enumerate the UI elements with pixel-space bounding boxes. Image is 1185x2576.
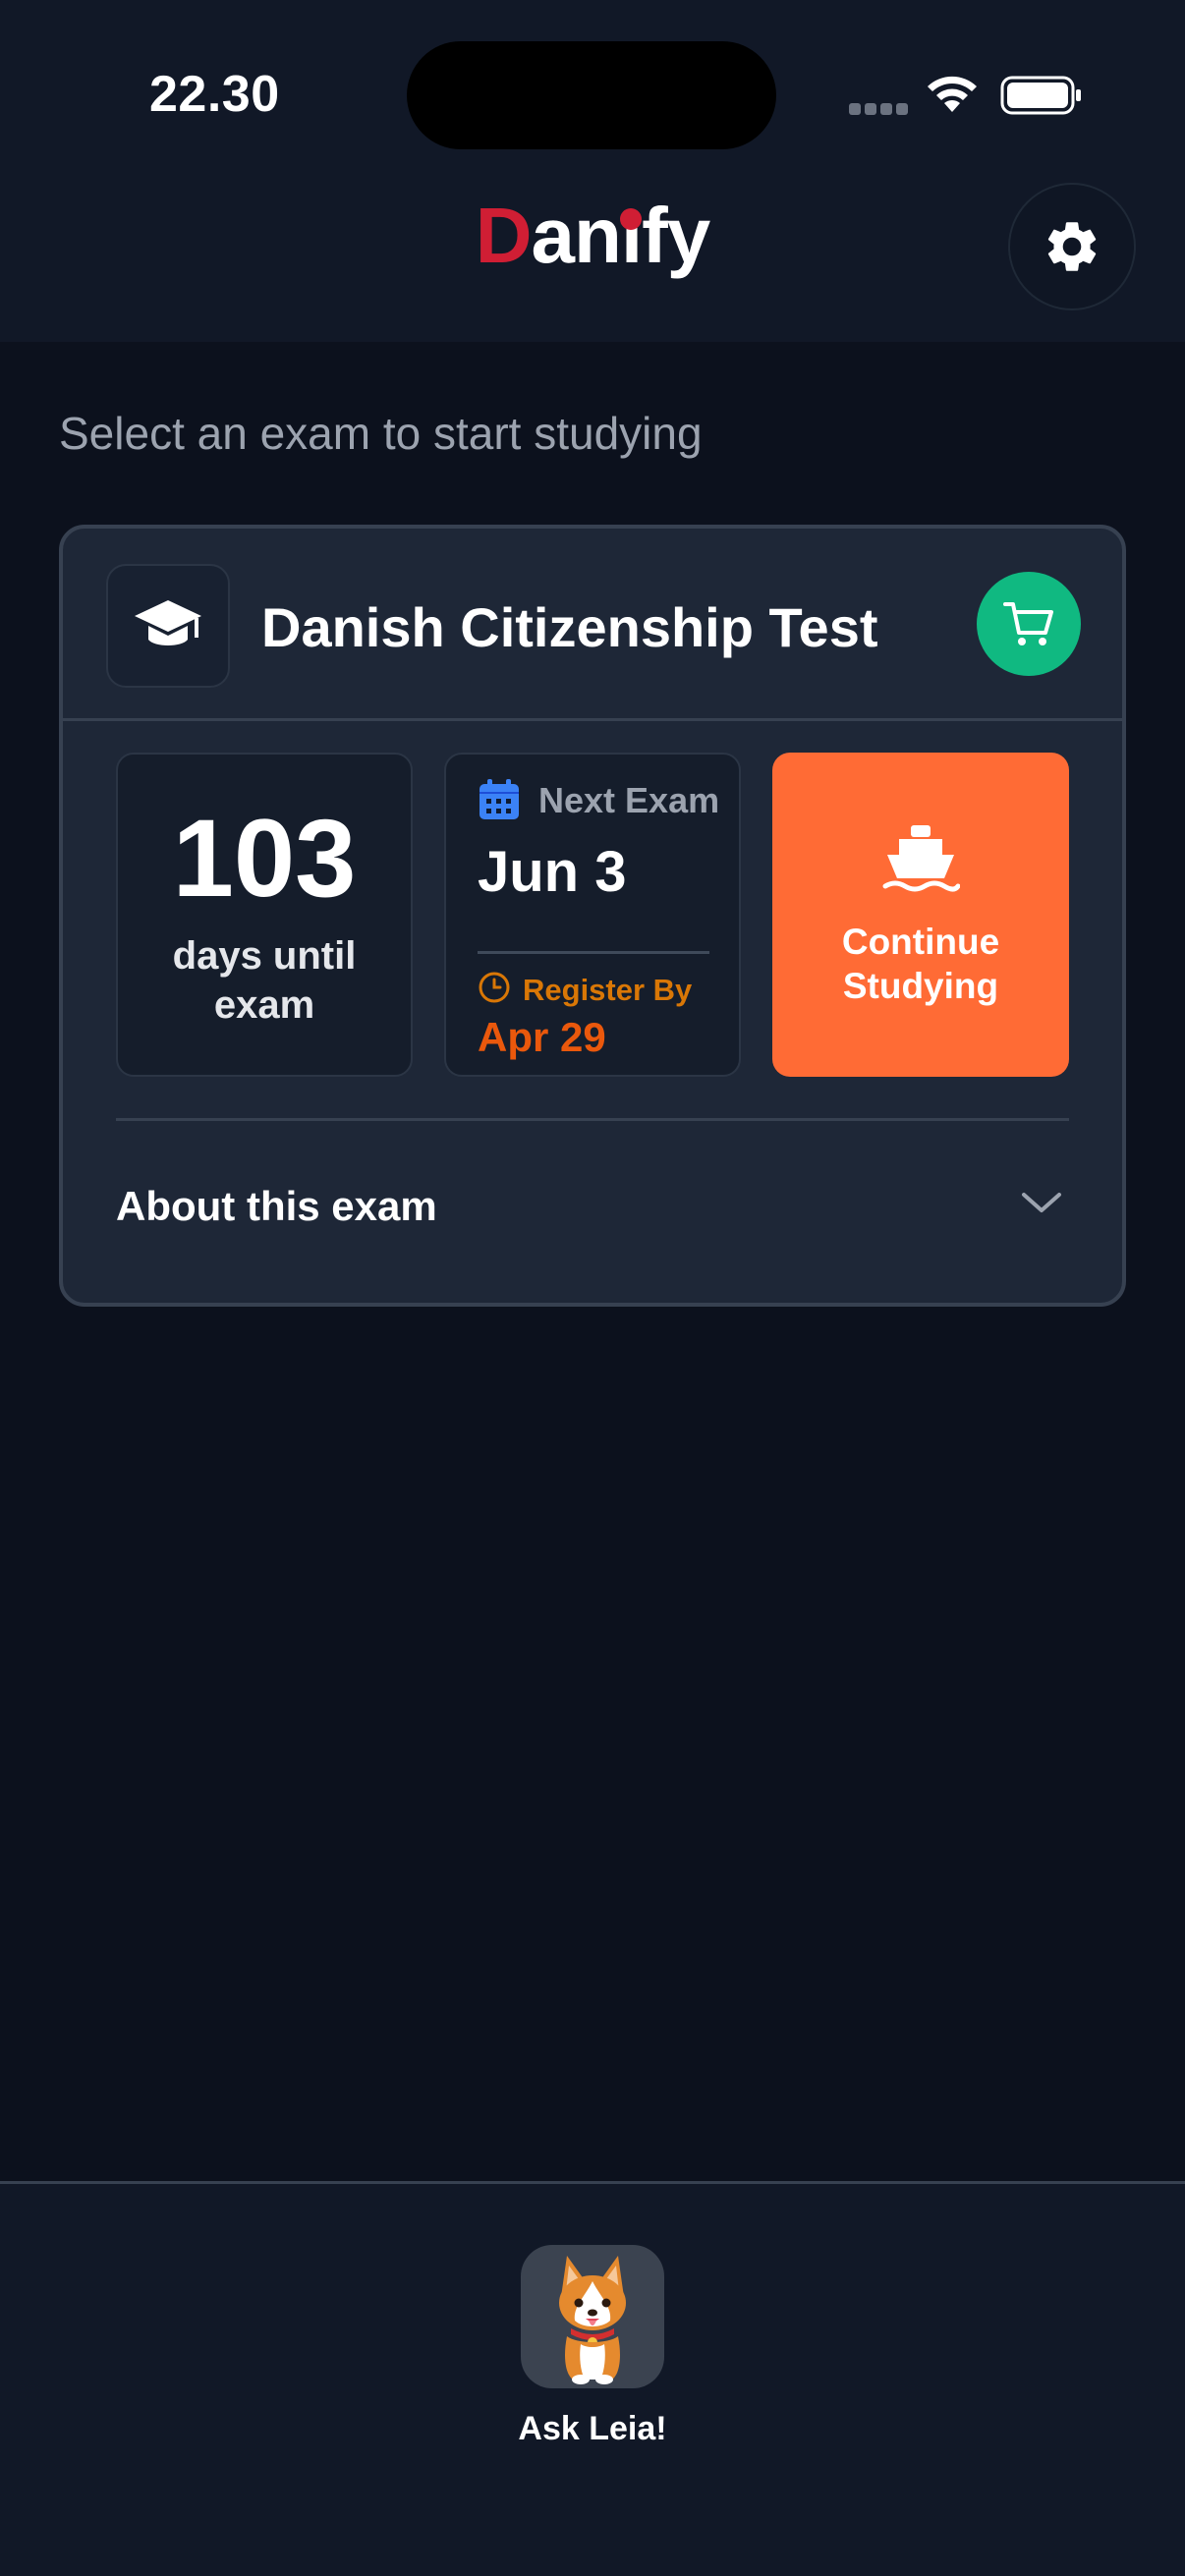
dynamic-island [407, 41, 776, 149]
top-header-area: 22.30 Danıfy [0, 0, 1185, 342]
exam-title: Danish Citizenship Test [261, 596, 878, 658]
app-title-letter-d: D [475, 192, 533, 279]
next-exam-divider [478, 951, 709, 954]
continue-studying-button[interactable]: Continue Studying [772, 753, 1069, 1077]
app-title-part: fy [642, 192, 710, 279]
ask-leia-button[interactable] [521, 2245, 664, 2388]
gear-icon [1047, 222, 1097, 271]
graduation-cap-icon [135, 600, 201, 645]
wifi-icon [928, 76, 977, 112]
app-title-letter-i: ı [620, 192, 643, 279]
chevron-down-icon [1022, 1193, 1061, 1212]
cellular-signal-icon [849, 103, 908, 117]
days-label: days until exam [172, 934, 357, 1027]
cart-button[interactable] [977, 572, 1081, 676]
exam-card-header[interactable]: Danish Citizenship Test [63, 529, 1122, 721]
next-exam-tile: Next Exam Jun 3 Register By Apr 29 [444, 753, 741, 1077]
app-title: Danıfy [0, 196, 1185, 275]
about-exam-toggle[interactable]: About this exam [116, 1138, 1069, 1285]
ship-icon [882, 825, 960, 892]
calendar-icon [480, 779, 519, 819]
card-divider [116, 1118, 1069, 1121]
register-by-date: Apr 29 [478, 1014, 606, 1060]
status-time: 22.30 [149, 66, 280, 123]
ask-leia-label: Ask Leia! [518, 2410, 667, 2447]
page-subtitle: Select an exam to start studying [59, 408, 703, 459]
exam-card[interactable]: Danish Citizenship Test 103 days until e… [59, 525, 1126, 1307]
settings-button[interactable] [1008, 183, 1136, 310]
battery-icon [1000, 76, 1081, 115]
about-exam-label: About this exam [116, 1183, 437, 1229]
app-title-part: an [531, 192, 622, 279]
shopping-cart-icon [1003, 602, 1053, 645]
days-until-exam-tile: 103 days until exam [116, 753, 413, 1077]
clock-icon [479, 972, 510, 1003]
continue-studying-label: Continue Studying [841, 922, 1000, 1006]
next-exam-label: Next Exam [538, 780, 720, 820]
corgi-avatar-icon [559, 2256, 626, 2384]
days-count: 103 [172, 797, 357, 920]
exam-icon-box [106, 564, 230, 688]
register-by-label: Register By [523, 973, 693, 1007]
next-exam-date: Jun 3 [478, 840, 627, 904]
bottom-bar: Ask Leia! [0, 2181, 1185, 2576]
